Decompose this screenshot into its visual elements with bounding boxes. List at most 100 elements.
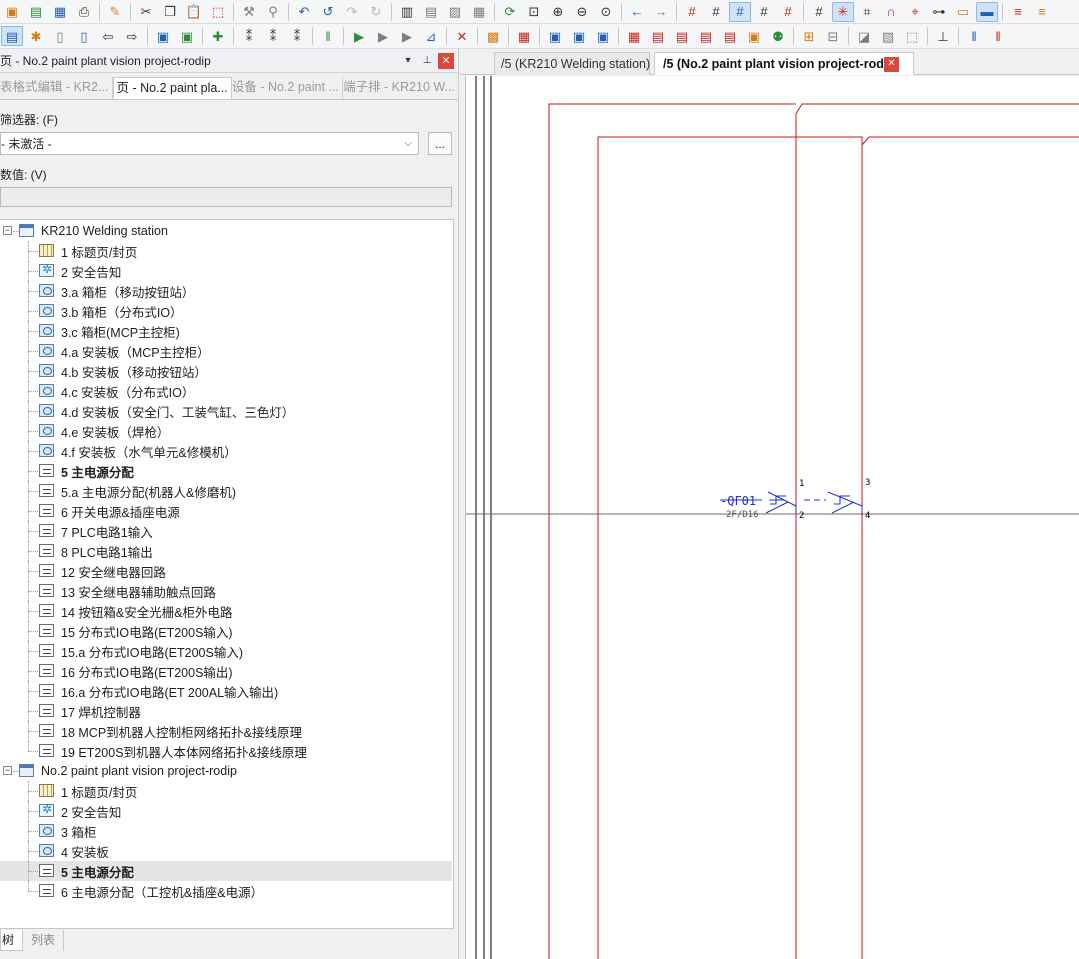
redo-icon[interactable]: ↷ — [341, 2, 363, 22]
macro-c-icon[interactable]: ▶ — [396, 26, 418, 46]
refresh-icon[interactable]: ⟳ — [499, 2, 521, 22]
tree-page-item[interactable]: 4.c 安装板（分布式IO） — [0, 381, 452, 401]
tree-page-item[interactable]: 1 标题页/封页 — [0, 781, 452, 801]
hatch-icon[interactable]: ▧ — [877, 26, 899, 46]
zoom-out-icon[interactable]: ⊖ — [571, 2, 593, 22]
tree-page-item[interactable]: 4.f 安装板（水气单元&修模机） — [0, 441, 452, 461]
shape-a-icon[interactable]: ◪ — [853, 26, 875, 46]
component-a-icon[interactable]: ▣ — [544, 26, 566, 46]
tree-page-item[interactable]: 1 标题页/封页 — [0, 241, 452, 261]
forward-arrow-icon[interactable]: → — [650, 2, 672, 22]
zoom-100-icon[interactable]: ⊙ — [595, 2, 617, 22]
tree-page-item[interactable]: 5.a 主电源分配(机器人&修磨机) — [0, 481, 452, 501]
brush-icon[interactable]: ⚲ — [262, 2, 284, 22]
schematic-canvas[interactable]: -QF01 2F/D16 1 2 3 4 — [465, 76, 1079, 959]
connection-icon[interactable]: ⊶ — [928, 2, 950, 22]
page-icon[interactable]: ▯ — [49, 26, 71, 46]
collapse-icon[interactable]: − — [3, 226, 12, 235]
tree-view-tab[interactable]: 树 — [0, 930, 24, 951]
panel-close-icon[interactable]: ✕ — [438, 52, 454, 69]
tree-page-item[interactable]: 6 开关电源&插座电源 — [0, 501, 452, 521]
grid-a-icon[interactable]: # — [681, 2, 703, 22]
connector-a-icon[interactable]: ⊞ — [798, 26, 820, 46]
tree-page-item[interactable]: 19 ET200S到机器人本体网络拓扑&接线原理 — [0, 741, 452, 761]
doc-tab-kr210[interactable]: /5 (KR210 Welding station) — [494, 52, 650, 75]
filter-select[interactable]: - 未激活 - ⌵ — [0, 132, 419, 155]
zoom-in-icon[interactable]: ⊕ — [547, 2, 569, 22]
tree-page-item[interactable]: 5 主电源分配 — [0, 461, 452, 481]
wire-marker-icon[interactable]: ‖ — [963, 26, 985, 46]
tree-project-node[interactable]: − KR210 Welding station — [0, 221, 452, 241]
panel-menu-dropdown-icon[interactable]: ▾ — [400, 53, 416, 69]
new-project-icon[interactable]: ▣ — [1, 2, 23, 22]
tree-page-item[interactable]: 13 安全继电器辅助触点回路 — [0, 581, 452, 601]
format-paint-icon[interactable]: ⚒ — [238, 2, 260, 22]
device-c-icon[interactable]: ▤ — [671, 26, 693, 46]
tree-page-item[interactable]: 16.a 分布式IO电路(ET 200AL输入输出) — [0, 681, 452, 701]
tree-page-item[interactable]: 3 箱柜 — [0, 821, 452, 841]
collapse-icon[interactable]: − — [3, 766, 12, 775]
print-icon[interactable]: ⎙ — [73, 2, 95, 22]
open-project-icon[interactable]: ▤ — [25, 2, 47, 22]
grid-b-icon[interactable]: # — [705, 2, 727, 22]
grid-e-icon[interactable]: # — [777, 2, 799, 22]
shape-c-icon[interactable]: ⬚ — [901, 26, 923, 46]
value-input[interactable] — [0, 187, 452, 207]
table-icon[interactable]: ▦ — [468, 2, 490, 22]
terminal-icon[interactable]: ▩ — [482, 26, 504, 46]
grid-d-icon[interactable]: # — [753, 2, 775, 22]
tree-page-item[interactable]: 4 安装板 — [0, 841, 452, 861]
device-d-icon[interactable]: ▤ — [695, 26, 717, 46]
layout-a-icon[interactable]: ▣ — [152, 26, 174, 46]
page-layout-icon[interactable]: ▥ — [396, 2, 418, 22]
component-b-icon[interactable]: ▣ — [568, 26, 590, 46]
cabinet-icon[interactable]: ▦ — [513, 26, 535, 46]
plc-icon[interactable]: ⊿ — [420, 26, 442, 46]
tree-page-item[interactable]: 4.a 安装板（MCP主控柜） — [0, 341, 452, 361]
page-copy-icon[interactable]: ▤ — [420, 2, 442, 22]
device-a-icon[interactable]: ▦ — [623, 26, 645, 46]
device-e-icon[interactable]: ▤ — [719, 26, 741, 46]
panel-tab-1[interactable]: 页 - No.2 paint pla... — [112, 77, 232, 99]
connector-b-icon[interactable]: ⊟ — [822, 26, 844, 46]
device-f-icon[interactable]: ▣ — [743, 26, 765, 46]
undo-list-icon[interactable]: ↺ — [317, 2, 339, 22]
tree-page-item[interactable]: 4.e 安装板（焊枪） — [0, 421, 452, 441]
tree-page-item[interactable]: 3.c 箱柜(MCP主控柜) — [0, 321, 452, 341]
close-icon[interactable]: ✕ — [884, 57, 899, 72]
layout-b-icon[interactable]: ▣ — [176, 26, 198, 46]
tree-page-item[interactable]: 16 分布式IO电路(ET200S输出) — [0, 661, 452, 681]
tree-page-item[interactable]: 3.a 箱柜（移动按钮站） — [0, 281, 452, 301]
macro-b-icon[interactable]: ▶ — [372, 26, 394, 46]
tree-page-item[interactable]: 12 安全继电器回路 — [0, 561, 452, 581]
tree-project-node[interactable]: − No.2 paint plant vision project-rodip — [0, 761, 452, 781]
macro-delete-icon[interactable]: ✕ — [451, 26, 473, 46]
list-view-tab[interactable]: 列表 — [23, 930, 65, 951]
tree-page-item[interactable]: 8 PLC电路1输出 — [0, 541, 452, 561]
tree-page-item[interactable]: 18 MCP到机器人控制柜网络拓扑&接线原理 — [0, 721, 452, 741]
tree-page-item[interactable]: 4.d 安装板（安全门、工装气缸、三色灯） — [0, 401, 452, 421]
wires-icon[interactable]: ≡ — [1007, 2, 1029, 22]
delete-selection-icon[interactable]: ⬚ — [207, 2, 229, 22]
dimension-icon[interactable]: ⊥ — [932, 26, 954, 46]
ortho-icon[interactable]: ▬ — [976, 1, 998, 22]
snap-grid-icon[interactable]: # — [808, 2, 830, 22]
panel-pin-icon[interactable]: ⊥ — [419, 53, 435, 69]
undo-icon[interactable]: ↶ — [293, 2, 315, 22]
tree-page-item[interactable]: 3.b 箱柜（分布式IO） — [0, 301, 452, 321]
previous-page-icon[interactable]: ⇦ — [97, 26, 119, 46]
page-properties-icon[interactable]: ▨ — [444, 2, 466, 22]
network-icon[interactable]: ⚉ — [767, 26, 789, 46]
wire-more-icon[interactable]: ‖ — [987, 26, 1009, 46]
tree-page-item[interactable]: 4.b 安装板（移动按钮站） — [0, 361, 452, 381]
tree-page-item[interactable]: 2 安全告知 — [0, 801, 452, 821]
back-arrow-icon[interactable]: ← — [626, 2, 648, 22]
numbering-c-icon[interactable]: ⁑ — [286, 26, 308, 46]
zoom-window-icon[interactable]: ⊡ — [523, 2, 545, 22]
more-icon[interactable]: ≡ — [1031, 2, 1053, 22]
panel-tab-0[interactable]: 表格式编辑 - KR2... — [0, 77, 113, 99]
numbering-b-icon[interactable]: ⁑ — [262, 26, 284, 46]
panel-tab-3[interactable]: 端子排 - KR210 W... — [343, 77, 460, 99]
input-assist-icon[interactable]: ⌖ — [904, 2, 926, 22]
tree-page-item[interactable]: 15 分布式IO电路(ET200S输入) — [0, 621, 452, 641]
